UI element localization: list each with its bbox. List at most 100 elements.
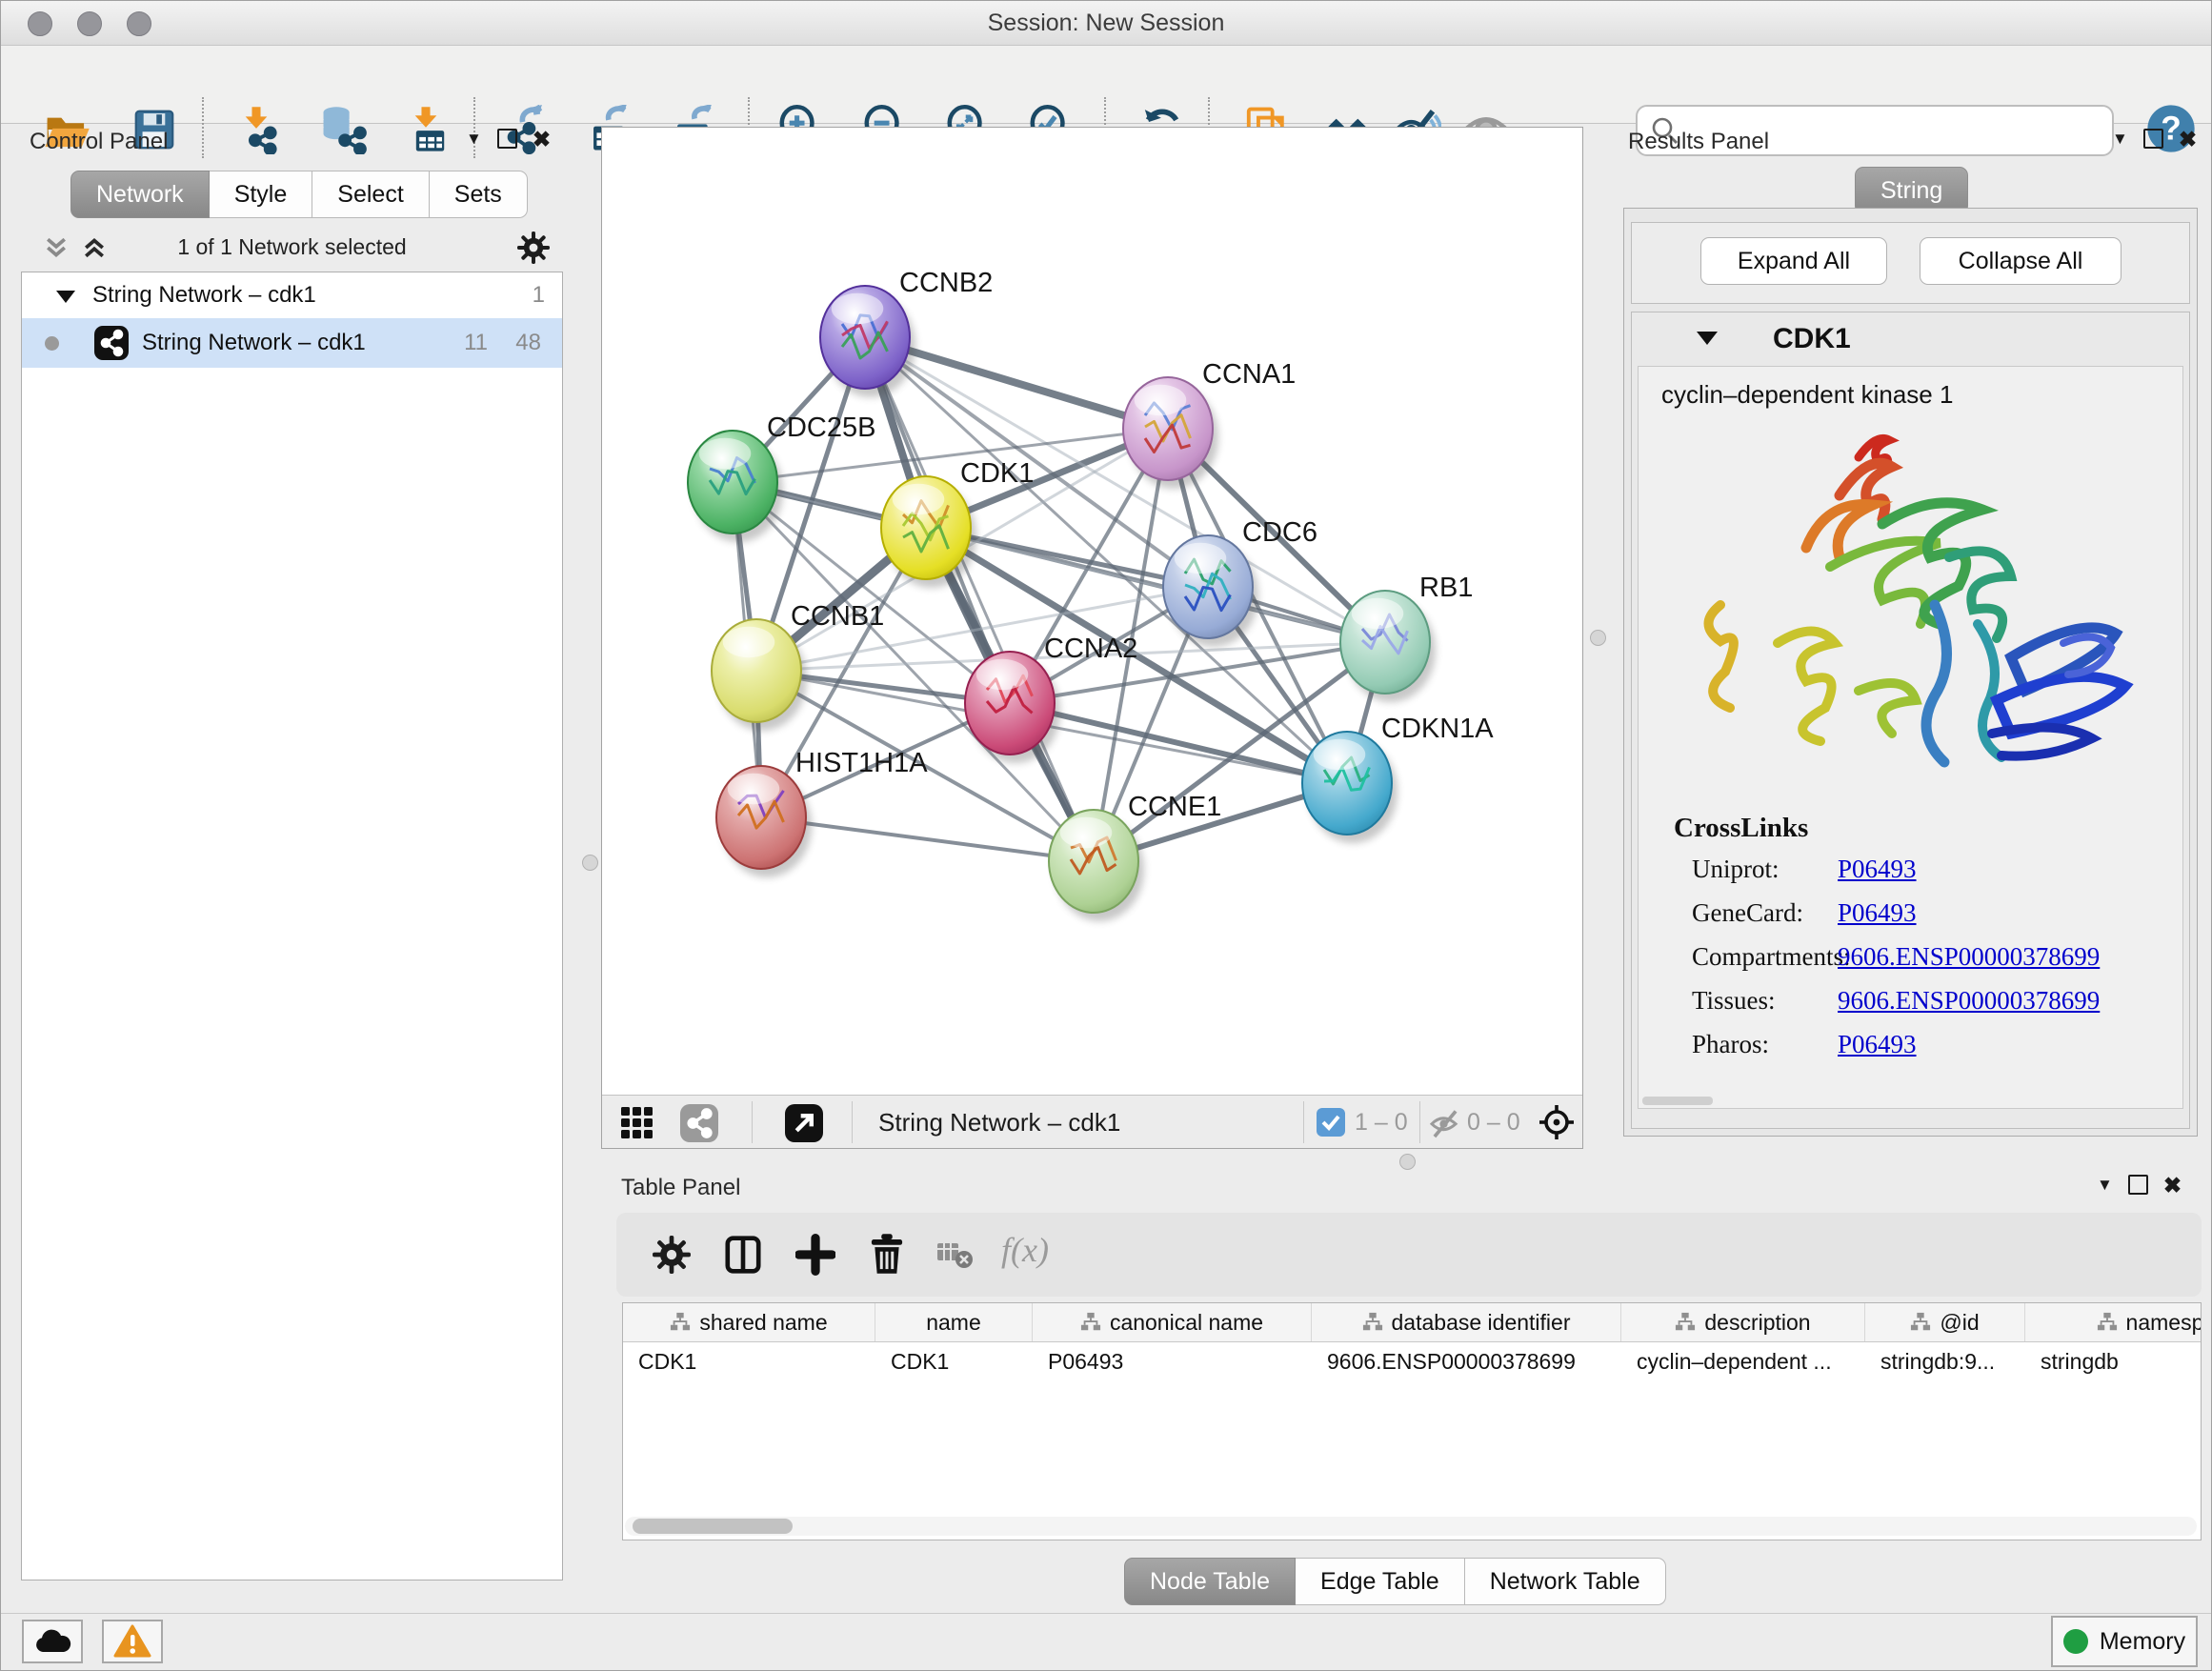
memory-status-dot xyxy=(2063,1629,2088,1654)
table-cell[interactable]: CDK1 xyxy=(623,1342,875,1380)
column-label: description xyxy=(1704,1310,1810,1336)
tab-edge-table[interactable]: Edge Table xyxy=(1296,1558,1465,1605)
selected-checkbox-icon[interactable] xyxy=(1317,1108,1345,1141)
splitter-handle[interactable] xyxy=(582,855,598,871)
main-toolbar: ? xyxy=(1,46,2211,124)
network-row-selected[interactable]: String Network – cdk1 11 48 xyxy=(22,318,562,368)
crosslink-row: Uniprot:P06493 xyxy=(1692,855,2168,884)
network-list-header: 1 of 1 Network selected xyxy=(21,228,563,268)
table-cell[interactable]: P06493 xyxy=(1033,1342,1312,1380)
results-scrollbar-thumb[interactable] xyxy=(1642,1097,1713,1105)
collection-label: String Network – cdk1 xyxy=(92,272,316,318)
panel-close-icon[interactable]: ✖ xyxy=(2179,130,2197,149)
warning-status-button[interactable] xyxy=(102,1620,163,1663)
panel-float-icon[interactable] xyxy=(497,129,517,149)
add-row-icon[interactable] xyxy=(795,1234,835,1280)
tab-sets[interactable]: Sets xyxy=(430,171,528,218)
network-options-gear-icon[interactable] xyxy=(517,232,550,269)
crosslink-link[interactable]: P06493 xyxy=(1838,1030,1917,1059)
control-panel-buttons: ▼ ✖ xyxy=(466,129,551,149)
crosslink-link[interactable]: 9606.ENSP00000378699 xyxy=(1838,942,2100,972)
splitter-handle[interactable] xyxy=(1399,1154,1416,1170)
panel-menu-icon[interactable]: ▼ xyxy=(466,131,482,147)
panel-menu-icon[interactable]: ▼ xyxy=(2097,1177,2113,1193)
protein-name: CDK1 xyxy=(1773,323,1851,355)
crosslink-label: Pharos: xyxy=(1692,1030,1769,1058)
network-edge-CCNB2-CCNE1[interactable] xyxy=(865,337,1094,861)
crosslink-label: Tissues: xyxy=(1692,986,1776,1015)
column-header-database-identifier[interactable]: database identifier xyxy=(1312,1303,1621,1341)
hidden-eye-icon[interactable] xyxy=(1429,1107,1461,1144)
expand-all-button[interactable]: Expand All xyxy=(1700,237,1887,285)
string-view-icon[interactable] xyxy=(680,1104,718,1147)
add-column-icon[interactable] xyxy=(723,1234,763,1280)
table-cell[interactable]: cyclin–dependent ... xyxy=(1621,1342,1865,1380)
splitter-handle[interactable] xyxy=(1590,630,1606,646)
crosslink-row: Tissues: 9606.ENSP00000378699 xyxy=(1692,986,2168,1016)
crosslink-link[interactable]: 9606.ENSP00000378699 xyxy=(1838,986,2100,1016)
crosslink-link[interactable]: P06493 xyxy=(1838,898,1917,928)
delete-trash-icon[interactable] xyxy=(866,1232,908,1280)
network-node-CCNB2[interactable]: CCNB2 xyxy=(820,268,993,397)
grid-view-icon[interactable] xyxy=(619,1105,655,1146)
table-gear-icon[interactable] xyxy=(653,1236,691,1278)
tab-node-table[interactable]: Node Table xyxy=(1124,1558,1296,1605)
panel-close-icon[interactable]: ✖ xyxy=(533,130,551,149)
node-label-HIST1H1A: HIST1H1A xyxy=(795,748,928,778)
table-cell[interactable]: stringdb xyxy=(2025,1342,2202,1380)
table-panel-buttons: ▼ ✖ xyxy=(2097,1175,2182,1195)
node-label-CCNE1: CCNE1 xyxy=(1128,792,1221,822)
column-header--id[interactable]: @id xyxy=(1865,1303,2025,1341)
results-panel-buttons: ▼ ✖ xyxy=(2112,129,2197,149)
network-edge-count: 48 xyxy=(515,318,541,368)
panel-float-icon[interactable] xyxy=(2143,129,2163,149)
section-collapse-icon[interactable] xyxy=(1697,332,1718,345)
table-cell[interactable]: CDK1 xyxy=(875,1342,1033,1380)
network-collection-row[interactable]: String Network – cdk1 1 xyxy=(22,272,562,318)
column-header-namespace[interactable]: namespace xyxy=(2025,1303,2202,1341)
network-node-CDK1[interactable]: CDK1 xyxy=(881,458,1034,588)
open-in-window-icon[interactable] xyxy=(785,1104,823,1147)
node-label-CCNA2: CCNA2 xyxy=(1044,634,1137,664)
tab-network[interactable]: Network xyxy=(70,171,210,218)
import-table-file-icon[interactable] xyxy=(401,105,451,154)
collection-expand-icon[interactable] xyxy=(56,291,75,303)
column-header-name[interactable]: name xyxy=(875,1303,1033,1341)
collapse-all-button[interactable]: Collapse All xyxy=(1920,237,2122,285)
network-node-CDC6[interactable]: CDC6 xyxy=(1163,517,1317,647)
tab-style[interactable]: Style xyxy=(210,171,313,218)
column-header-canonical-name[interactable]: canonical name xyxy=(1033,1303,1312,1341)
network-node-CCNE1[interactable]: CCNE1 xyxy=(1049,792,1221,921)
delete-table-icon[interactable] xyxy=(936,1241,975,1275)
birds-eye-toggle-icon[interactable] xyxy=(1538,1103,1576,1146)
import-network-database-icon[interactable] xyxy=(319,105,369,154)
column-header-shared-name[interactable]: shared name xyxy=(623,1303,875,1341)
window-title: Session: New Session xyxy=(1,10,2211,37)
network-graph[interactable]: CCNB2CCNA1CDC25BCDK1CDC6RB1CCNB1CCNA2CDK… xyxy=(602,128,1582,1095)
network-node-RB1[interactable]: RB1 xyxy=(1340,573,1473,702)
panel-menu-icon[interactable]: ▼ xyxy=(2112,131,2128,147)
network-node-CDKN1A[interactable]: CDKN1A xyxy=(1302,714,1494,843)
crosslink-link[interactable]: P06493 xyxy=(1838,855,1917,884)
tab-select[interactable]: Select xyxy=(312,171,429,218)
crosslink-row: Compartments:9606.ENSP00000378699 xyxy=(1692,942,2168,972)
memory-button[interactable]: Memory xyxy=(2051,1616,2198,1667)
tab-network-table[interactable]: Network Table xyxy=(1465,1558,1666,1605)
crosslink-row: Pharos: P06493 xyxy=(1692,1030,2168,1059)
titlebar: Session: New Session xyxy=(1,1,2211,46)
table-toolbar: f(x) xyxy=(616,1213,2202,1297)
table-row[interactable]: CDK1CDK1P064939606.ENSP00000378699cyclin… xyxy=(623,1342,2202,1380)
column-header-description[interactable]: description xyxy=(1621,1303,1865,1341)
table-cell[interactable]: stringdb:9... xyxy=(1865,1342,2025,1380)
function-builder-icon[interactable]: f(x) xyxy=(1001,1230,1049,1270)
table-hscrollbar-thumb[interactable] xyxy=(633,1519,793,1534)
network-node-HIST1H1A[interactable]: HIST1H1A xyxy=(716,748,928,877)
table-cell[interactable]: 9606.ENSP00000378699 xyxy=(1312,1342,1621,1380)
string-network-icon xyxy=(94,326,129,378)
import-network-file-icon[interactable] xyxy=(231,105,281,154)
panel-close-icon[interactable]: ✖ xyxy=(2163,1176,2182,1195)
panel-float-icon[interactable] xyxy=(2128,1175,2148,1195)
view-toolbar-separator xyxy=(852,1101,853,1143)
protein-section-header[interactable]: CDK1 xyxy=(1632,312,2189,366)
cloud-status-button[interactable] xyxy=(22,1620,83,1663)
